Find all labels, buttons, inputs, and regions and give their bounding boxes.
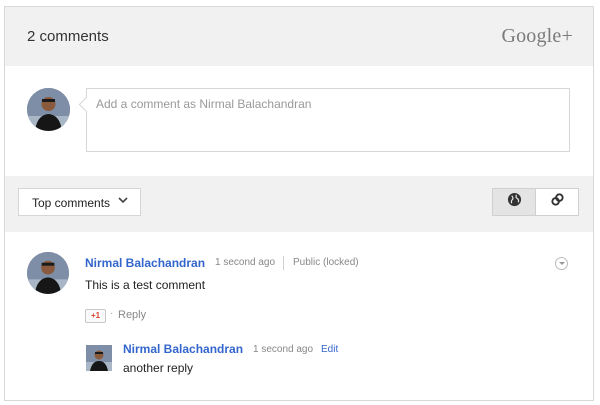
sort-dropdown[interactable]: Top comments	[18, 188, 141, 216]
comment-author[interactable]: Nirmal Balachandran	[85, 256, 205, 270]
link-view-button[interactable]	[535, 188, 579, 216]
reply-timestamp[interactable]: 1 second ago	[253, 344, 313, 355]
reply-avatar[interactable]	[86, 345, 112, 371]
view-toggle	[492, 188, 580, 216]
comments-widget: 2 comments Google+ Add a comment as Nirm…	[4, 6, 594, 401]
comment-timestamp[interactable]: 1 second ago	[215, 257, 275, 268]
comment-menu-icon[interactable]	[555, 257, 568, 270]
google-plus-logo[interactable]: Google+	[501, 25, 573, 48]
avatar[interactable]	[27, 252, 69, 294]
reply-text: another reply	[123, 361, 194, 375]
reply-link[interactable]: Reply	[118, 309, 146, 321]
meta-divider	[283, 256, 284, 270]
public-view-button[interactable]	[492, 188, 536, 216]
edit-link[interactable]: Edit	[321, 344, 338, 355]
comment-input[interactable]: Add a comment as Nirmal Balachandran	[86, 88, 570, 152]
compose-area: Add a comment as Nirmal Balachandran	[5, 66, 593, 176]
comment-count: 2 comments	[27, 28, 109, 45]
widget-header: 2 comments Google+	[5, 7, 593, 66]
avatar[interactable]	[27, 88, 70, 131]
separator-dot: ·	[110, 308, 114, 319]
comment-input-placeholder: Add a comment as Nirmal Balachandran	[96, 97, 312, 111]
link-icon	[550, 192, 565, 212]
comment-text: This is a test comment	[85, 278, 206, 292]
visibility-label: Public (locked)	[293, 257, 359, 268]
comments-toolbar: Top comments	[5, 176, 593, 232]
sort-label: Top comments	[32, 196, 111, 210]
reply-author[interactable]: Nirmal Balachandran	[123, 342, 243, 356]
globe-icon	[507, 192, 522, 212]
plus-one-button[interactable]: +1	[85, 309, 106, 323]
chevron-down-icon	[118, 196, 128, 207]
